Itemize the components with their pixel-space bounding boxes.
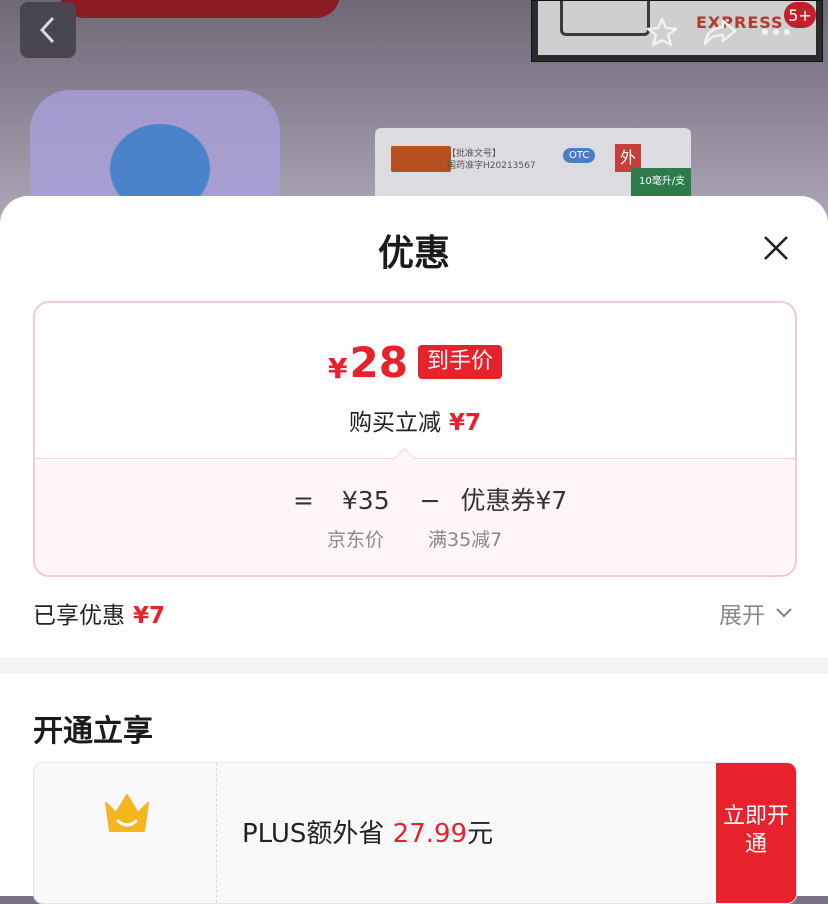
plus-savings-unit: 元 [467,819,494,849]
enjoyed-value: ¥7 [133,603,166,629]
price-currency: ¥ [328,352,348,385]
expand-label: 展开 [719,603,765,629]
crown-icon [105,794,149,832]
plus-membership-card[interactable]: PLUS额外省 27.99元 立即开通 [33,762,797,904]
open-plus-button[interactable]: 立即开通 [716,763,796,903]
final-price: 28 [349,338,408,387]
close-icon [764,236,788,260]
final-price-tag: 到手价 [417,345,502,379]
more-dots-icon [762,29,790,35]
sheet-title: 优惠 [377,233,450,274]
base-price: ¥35 [341,486,390,515]
enjoyed-discount-row: 已享优惠 ¥7 展开 [33,596,793,630]
plus-icon-area [34,763,217,903]
plus-savings-text: PLUS额外省 27.99元 [242,813,493,850]
star-icon [646,17,678,47]
share-button[interactable] [700,12,740,52]
reduction-label: 购买立减 [348,410,441,436]
coupon-condition: 满35减7 [428,529,503,551]
chevron-left-icon [39,16,55,44]
brand-banner: wanhan [60,0,340,18]
favorite-button[interactable] [642,12,682,52]
coupon-amount: 优惠券¥7 [460,486,568,515]
back-button[interactable] [20,2,76,58]
price-formula: = ¥35 − 优惠券¥7 京东价 满35减7 [35,447,795,575]
equals-sign: = [293,486,314,515]
discount-sheet: 优惠 ¥ 28 到手价 购买立减 ¥7 = ¥35 − 优惠券¥7 京东价 满35… [0,196,828,904]
base-price-label: 京东价 [327,529,385,551]
truck-icon [560,1,650,36]
share-icon [703,19,737,46]
product-approval-text: 【批准文号】 国药准字H20213567 [447,149,536,171]
minus-sign: − [419,486,441,515]
plus-savings-amount: 27.99 [392,819,468,849]
cart-badge: 5+ [784,2,816,28]
instant-reduction: 购买立减 ¥7 [35,403,795,437]
brand-text: wanhan [120,0,223,4]
product-spec-label: 10毫升/支 [639,176,686,187]
section-title: 开通立享 [33,714,153,749]
reduction-value: ¥7 [448,410,481,436]
close-button[interactable] [760,232,792,264]
expand-button[interactable]: 展开 [719,596,793,630]
enjoyed-label: 已享优惠 [33,603,125,629]
price-breakdown-card: ¥ 28 到手价 购买立减 ¥7 = ¥35 − 优惠券¥7 京东价 满35减7 [33,301,797,577]
plus-savings-prefix: PLUS额外省 [242,819,385,849]
chevron-down-icon [776,608,792,618]
otc-label: OTC [563,148,596,163]
section-divider [0,658,828,674]
